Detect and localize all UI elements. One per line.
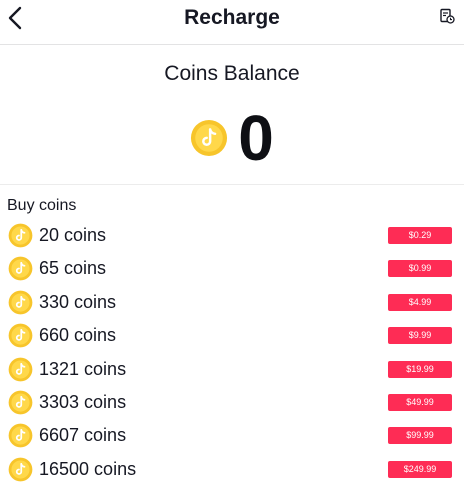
coin-package-price-button[interactable]: $0.99 <box>388 260 452 278</box>
page-title: Recharge <box>184 6 280 29</box>
transaction-history-button[interactable] <box>438 7 456 25</box>
coin-package-row[interactable]: 3303 coins $49.99 <box>0 386 464 419</box>
coins-balance: 0 <box>0 104 464 172</box>
coin-package-row[interactable]: 20 coins $0.29 <box>0 219 464 252</box>
coin-package-price-button[interactable]: $4.99 <box>388 293 452 311</box>
coin-package-row[interactable]: 16500 coins $249.99 <box>0 453 464 486</box>
coin-package-amount: 3303 coins <box>39 391 127 412</box>
header-bar: Recharge <box>0 0 464 45</box>
coin-package-amount: 20 coins <box>39 225 107 245</box>
tiktok-coin-icon <box>8 223 33 248</box>
divider <box>0 184 464 185</box>
buy-coins-label: Buy coins <box>7 197 77 214</box>
tiktok-coin-icon <box>8 423 33 448</box>
tiktok-coin-icon <box>8 457 33 482</box>
coin-package-price-button[interactable]: $9.99 <box>388 327 452 345</box>
coins-balance-amount: 0 <box>238 102 274 174</box>
coin-package-price-button[interactable]: $49.99 <box>388 393 452 411</box>
coin-package-row[interactable]: 330 coins $4.99 <box>0 286 464 319</box>
coin-package-row[interactable]: 660 coins $9.99 <box>0 319 464 352</box>
coin-package-amount: 1321 coins <box>39 358 127 379</box>
tiktok-coin-icon <box>191 119 228 157</box>
coin-package-amount: 6607 coins <box>39 425 127 446</box>
coin-package-list: 20 coins $0.29 65 coins $0.99 330 coins $4.99… <box>0 219 464 486</box>
coin-package-price-button[interactable]: $19.99 <box>388 360 452 378</box>
coin-package-price-button[interactable]: $99.99 <box>388 427 452 445</box>
coin-package-row[interactable]: 1321 coins $19.99 <box>0 353 464 386</box>
tiktok-coin-icon <box>8 323 33 348</box>
coin-package-amount: 16500 coins <box>39 458 137 479</box>
coin-package-amount: 330 coins <box>39 291 117 312</box>
tiktok-coin-icon <box>8 357 33 382</box>
tiktok-coin-icon <box>8 390 33 415</box>
transaction-history-icon <box>440 8 455 24</box>
coin-package-amount: 65 coins <box>39 258 107 279</box>
tiktok-coin-icon <box>8 256 33 281</box>
coin-package-amount: 660 coins <box>39 325 117 346</box>
tiktok-coin-icon <box>8 290 33 315</box>
coin-package-row[interactable]: 65 coins $0.99 <box>0 252 464 285</box>
coin-package-price-button[interactable]: $0.29 <box>388 227 452 244</box>
coins-balance-title: Coins Balance <box>164 62 300 85</box>
coin-package-row[interactable]: 6607 coins $99.99 <box>0 419 464 452</box>
coin-package-price-button[interactable]: $249.99 <box>388 460 452 478</box>
